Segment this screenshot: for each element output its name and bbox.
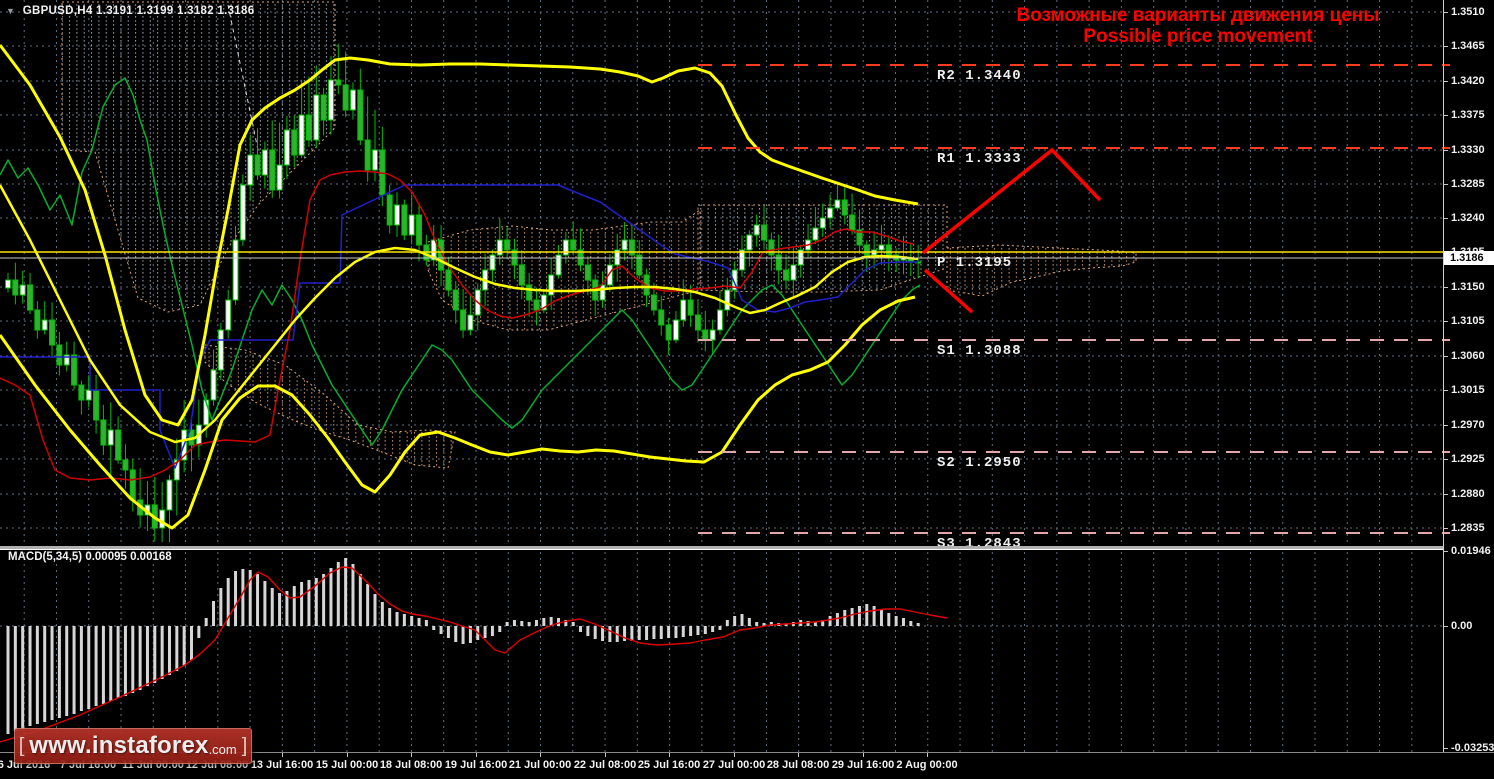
time-tick-label: 2 Aug 00:00 <box>896 759 958 771</box>
annotation-line-en: Possible price movement <box>1083 26 1313 47</box>
price-tick-label: 1.2835 <box>1451 522 1485 534</box>
logo-tld: .com <box>208 742 237 757</box>
symbol-info-bar[interactable]: ▼ GBPUSD,H4 1.3191 1.3199 1.3182 1.3186 <box>6 5 254 17</box>
price-tick-mark <box>1444 81 1448 82</box>
level-label-S2: S2 1.2950 <box>937 455 1022 471</box>
level-label-P: P 1.3195 <box>937 255 1012 271</box>
price-tick-label: 1.3240 <box>1451 212 1485 224</box>
price-tick-label: 1.3060 <box>1451 350 1485 362</box>
price-tick-label: 1.3420 <box>1451 75 1485 87</box>
price-tick-label: 1.3285 <box>1451 178 1485 190</box>
time-tick-label: 13 Jul 16:00 <box>250 759 314 771</box>
price-tick-label: 1.2970 <box>1451 419 1485 431</box>
time-tick-label: 15 Jul 00:00 <box>315 759 379 771</box>
time-tick-label: 28 Jul 08:00 <box>766 759 830 771</box>
price-tick-mark <box>1444 150 1448 151</box>
price-axis[interactable]: 1.3510 1.3465 1.3420 1.3375 1.3330 1.3285 1.32… <box>1443 0 1494 754</box>
macd-tick-mark <box>1444 748 1448 749</box>
time-tick-mark <box>798 753 799 757</box>
pane-separator[interactable] <box>0 546 1443 550</box>
price-tick-label: 1.2925 <box>1451 453 1485 465</box>
price-tick-mark <box>1444 115 1448 116</box>
logo-bracket-left: [ <box>18 734 25 757</box>
time-tick-mark <box>927 753 928 757</box>
price-tick-label: 1.3510 <box>1451 6 1485 18</box>
price-tick-mark <box>1444 356 1448 357</box>
level-label-R1: R1 1.3333 <box>937 151 1022 167</box>
level-axis-mark <box>1444 339 1450 341</box>
macd-tick-mark <box>1444 626 1448 627</box>
price-tick-mark <box>1444 528 1448 529</box>
time-tick-label: 22 Jul 08:00 <box>573 759 637 771</box>
macd-indicator-label: MACD(5,34,5) 0.00095 0.00168 <box>8 551 172 563</box>
macd-tick-mark <box>1444 551 1448 552</box>
time-tick-label: 19 Jul 16:00 <box>444 759 508 771</box>
price-tick-label: 1.3105 <box>1451 315 1485 327</box>
time-tick-mark <box>476 753 477 757</box>
macd-tick-label: 0.01946 <box>1451 545 1491 557</box>
time-tick-mark <box>540 753 541 757</box>
chart-canvas[interactable]: R2 1.3440 R1 1.3333 P 1.3195 S1 1.3088 S2 1.… <box>0 0 1443 752</box>
time-tick-mark <box>669 753 670 757</box>
price-tick-mark <box>1444 425 1448 426</box>
time-tick-label: 21 Jul 00:00 <box>508 759 572 771</box>
level-axis-mark <box>1444 451 1450 453</box>
level-axis-mark <box>1444 532 1450 534</box>
annotation-line-ru: Возможные варианты движения цены <box>1016 5 1380 26</box>
price-tick-label: 1.2880 <box>1451 488 1485 500</box>
price-tick-label: 1.3465 <box>1451 40 1485 52</box>
chart-dropdown-icon[interactable]: ▼ <box>6 6 15 16</box>
time-tick-mark <box>734 753 735 757</box>
level-label-S1: S1 1.3088 <box>937 343 1022 359</box>
price-tick-mark <box>1444 184 1448 185</box>
time-tick-mark <box>605 753 606 757</box>
time-tick-mark <box>347 753 348 757</box>
price-tick-label: 1.3375 <box>1451 109 1485 121</box>
price-tick-mark <box>1444 12 1448 13</box>
price-tick-mark <box>1444 46 1448 47</box>
current-price-box: 1.3186 <box>1444 251 1494 265</box>
price-tick-mark <box>1444 321 1448 322</box>
level-axis-mark <box>1444 147 1450 149</box>
time-tick-label: 29 Jul 16:00 <box>831 759 895 771</box>
time-tick-mark <box>863 753 864 757</box>
forecast-annotation: Возможные варианты движения цены Possibl… <box>1000 5 1396 47</box>
logo-site-name: www.instaforex <box>29 732 209 759</box>
price-tick-mark <box>1444 218 1448 219</box>
price-tick-label: 1.3330 <box>1451 144 1485 156</box>
time-tick-mark <box>282 753 283 757</box>
chart-svg[interactable]: R2 1.3440 R1 1.3333 P 1.3195 S1 1.3088 S2 1.… <box>0 0 1443 752</box>
price-tick-label: 1.3150 <box>1451 281 1485 293</box>
pivot-levels-layer: R2 1.3440 R1 1.3333 P 1.3195 S1 1.3088 S2 1.… <box>698 64 1443 552</box>
logo-bracket-right: ] <box>241 734 248 757</box>
price-tick-mark <box>1444 390 1448 391</box>
price-tick-label: 1.3015 <box>1451 384 1485 396</box>
price-tick-mark <box>1444 459 1448 460</box>
instaforex-logo: [ www.instaforex .com ] <box>14 728 252 764</box>
macd-pane-layer <box>0 558 948 743</box>
symbol-label: GBPUSD,H4 <box>22 5 93 17</box>
time-tick-label: 25 Jul 16:00 <box>637 759 701 771</box>
level-label-R2: R2 1.3440 <box>937 68 1022 84</box>
price-tick-mark <box>1444 494 1448 495</box>
ohlc-quotes: 1.3191 1.3199 1.3182 1.3186 <box>96 5 255 17</box>
time-tick-mark <box>411 753 412 757</box>
price-tick-mark <box>1444 287 1448 288</box>
macd-tick-label: 0.00 <box>1451 620 1473 632</box>
time-tick-label: 18 Jul 08:00 <box>379 759 443 771</box>
level-axis-mark <box>1444 64 1450 66</box>
time-tick-label: 27 Jul 00:00 <box>702 759 766 771</box>
